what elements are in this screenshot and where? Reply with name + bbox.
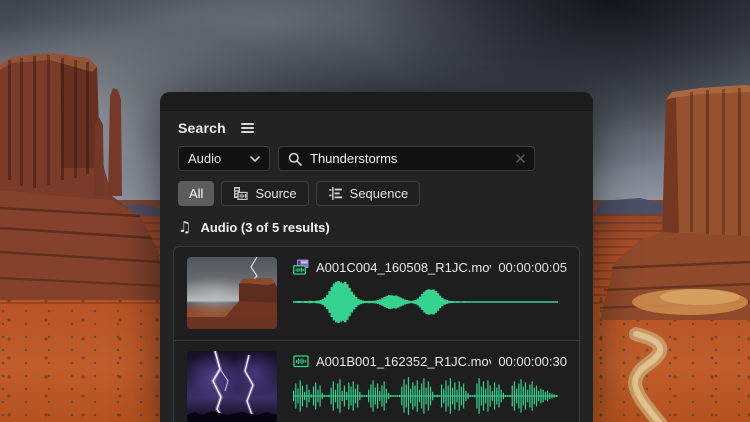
thumbnail-storm-over-butte[interactable] [187,257,277,329]
result-row-1[interactable]: A001C004_160508_R1JC.mov 00:00:00:05 [174,247,579,341]
tab-all[interactable]: All [178,181,214,206]
result-duration: 00:00:00:30 [498,354,567,369]
av-clip-icon [293,259,309,275]
tab-source[interactable]: Source [221,181,308,206]
results-list: A001C004_160508_R1JC.mov 00:00:00:05 [173,246,580,422]
hamburger-icon[interactable] [241,121,254,135]
chevron-down-icon [250,156,260,162]
media-type-value: Audio [188,151,221,166]
tab-all-label: All [189,186,203,201]
tab-source-label: Source [255,186,296,201]
audio-waveform [293,374,558,418]
search-field[interactable] [278,146,535,171]
thumbnail-lightning-strikes[interactable] [187,351,277,422]
clip-icon [233,186,248,201]
audio-clip-icon [293,353,309,369]
search-input[interactable] [310,151,508,166]
music-notes-icon: ♫ [178,220,191,235]
result-filename: A001B001_162352_R1JC.mov [316,354,491,369]
desktop-background: Search Audio [0,0,750,422]
result-duration: 00:00:00:05 [498,260,567,275]
result-filename: A001C004_160508_R1JC.mov [316,260,491,275]
search-icon [288,152,302,166]
media-type-dropdown[interactable]: Audio [178,146,270,171]
results-count-label: Audio (3 of 5 results) [200,220,329,235]
result-row-2[interactable]: A001B001_162352_R1JC.mov 00:00:00:30 [174,341,579,422]
clear-x-icon[interactable] [516,154,525,163]
audio-waveform [293,280,558,324]
search-panel: Search Audio [160,92,593,422]
panel-title: Search [178,120,226,136]
tab-sequence-label: Sequence [350,186,409,201]
panel-drag-bar[interactable] [160,92,593,111]
tab-sequence[interactable]: Sequence [316,181,421,206]
sequence-icon [328,186,343,201]
